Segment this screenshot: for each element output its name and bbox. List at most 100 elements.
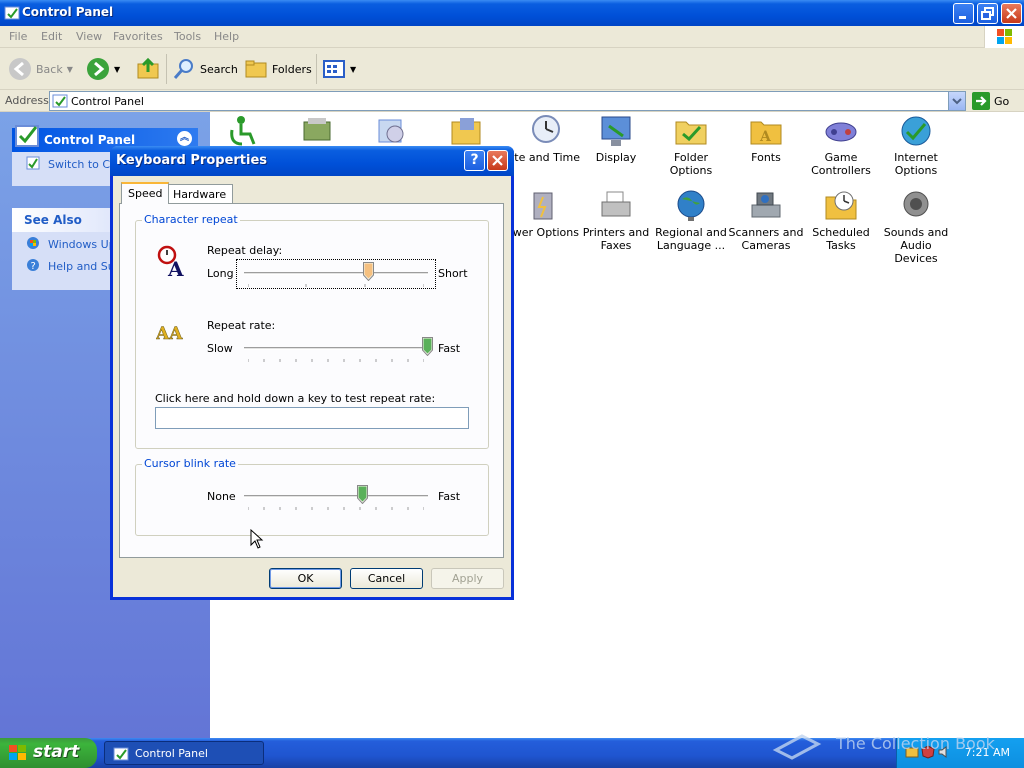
- taskbar-item-control-panel[interactable]: Control Panel: [104, 741, 264, 765]
- window-title: Control Panel: [22, 5, 114, 19]
- cp-item-scanners-cameras[interactable]: Scanners and Cameras: [728, 189, 804, 252]
- cp-item-scheduled-tasks[interactable]: Scheduled Tasks: [803, 189, 879, 252]
- cp-item-label: Printers and Faxes: [582, 226, 650, 252]
- menu-help[interactable]: Help: [214, 30, 239, 43]
- views-dropdown-icon[interactable]: ▼: [350, 65, 356, 74]
- restore-button[interactable]: [977, 3, 998, 24]
- accessibility-icon[interactable]: [224, 114, 258, 148]
- toolbar-separator: [166, 54, 167, 84]
- dialog-title: Keyboard Properties: [116, 153, 268, 168]
- scheduled-tasks-icon: [824, 189, 858, 223]
- menu-favorites[interactable]: Favorites: [113, 30, 163, 43]
- cp-item-folder-options[interactable]: Folder Options: [653, 114, 729, 177]
- start-button[interactable]: start: [0, 738, 97, 768]
- scanner-camera-icon: [749, 189, 783, 223]
- go-button[interactable]: Go: [972, 92, 1009, 110]
- forward-button[interactable]: ▼: [86, 54, 120, 84]
- back-label: Back: [36, 62, 63, 76]
- character-repeat-group: Character repeat A Repeat delay: Long Sh…: [135, 213, 489, 449]
- cursor-blink-none-label: None: [207, 490, 236, 503]
- cp-item-printers-faxes[interactable]: Printers and Faxes: [578, 189, 654, 252]
- cp-item-label: Internet Options: [894, 151, 938, 177]
- control-panel-icon: [113, 747, 129, 761]
- cp-item-fonts[interactable]: A Fonts: [728, 114, 804, 164]
- cp-item-regional-language[interactable]: Regional and Language ...: [653, 189, 729, 252]
- back-button[interactable]: Back ▼: [8, 54, 73, 84]
- watermark-text: The Collection Book: [836, 734, 995, 753]
- cp-item-display[interactable]: Display: [578, 114, 654, 164]
- folders-icon: [245, 60, 267, 78]
- repeat-rate-slider[interactable]: [422, 337, 433, 356]
- switch-view-icon: [26, 156, 40, 170]
- address-input[interactable]: Control Panel: [49, 91, 966, 111]
- cursor-blink-slider[interactable]: [357, 485, 369, 504]
- search-button[interactable]: Search: [172, 54, 238, 84]
- cursor-blink-fast-label: Fast: [438, 490, 461, 503]
- windows-logo: [984, 26, 1024, 48]
- back-dropdown-icon[interactable]: ▼: [67, 65, 73, 74]
- repeat-delay-short-label: Short: [438, 267, 468, 280]
- tab-speed[interactable]: Speed: [121, 182, 170, 204]
- cp-item-label: Folder Options: [669, 151, 713, 177]
- dialog-titlebar[interactable]: Keyboard Properties ?: [110, 146, 514, 176]
- views-button[interactable]: ▼: [322, 54, 356, 84]
- close-icon: [1006, 8, 1017, 19]
- collapse-icon[interactable]: ︽: [177, 131, 192, 146]
- cursor-blink-track: [244, 495, 428, 498]
- svg-text:A: A: [759, 129, 772, 145]
- gamepad-icon: [824, 114, 858, 148]
- cursor-blink-group: Cursor blink rate None Fast: [135, 457, 489, 549]
- add-hardware-icon[interactable]: [300, 114, 334, 148]
- cp-item-internet-options[interactable]: Internet Options: [878, 114, 954, 177]
- cancel-button[interactable]: Cancel: [350, 568, 423, 589]
- forward-dropdown-icon[interactable]: ▼: [114, 65, 120, 74]
- cursor-blink-ticks: [248, 507, 424, 510]
- repeat-rate-ticks: [248, 359, 424, 362]
- taskbar-item-label: Control Panel: [135, 747, 208, 760]
- administrative-tools-icon[interactable]: [450, 114, 484, 148]
- windows-update-icon: [27, 237, 39, 249]
- cp-item-power-options[interactable]: Power Options: [502, 189, 583, 239]
- windows-flag-icon: [9, 745, 26, 760]
- cp-item-date-time[interactable]: Date and Time: [502, 114, 583, 164]
- cp-item-sounds-audio[interactable]: Sounds and Audio Devices: [878, 189, 954, 265]
- tab-hardware-label: Hardware: [173, 188, 227, 201]
- fonts-folder-icon: A: [749, 114, 783, 148]
- svg-text:?: ?: [31, 261, 36, 272]
- test-repeat-input[interactable]: [155, 407, 469, 429]
- repeat-rate-slow-label: Slow: [207, 342, 233, 355]
- repeat-delay-long-label: Long: [207, 267, 234, 280]
- up-folder-button[interactable]: [136, 54, 160, 84]
- close-button[interactable]: [1001, 3, 1022, 24]
- dialog-close-button[interactable]: [487, 150, 508, 171]
- help-icon: ?: [27, 259, 39, 272]
- speaker-icon: [899, 189, 933, 223]
- control-panel-icon: [4, 6, 20, 20]
- help-button[interactable]: ?: [464, 150, 485, 171]
- menu-view[interactable]: View: [76, 30, 102, 43]
- menu-edit[interactable]: Edit: [41, 30, 62, 43]
- repeat-delay-track: [244, 272, 428, 275]
- folders-button[interactable]: Folders: [244, 54, 312, 84]
- add-remove-programs-icon[interactable]: [375, 114, 409, 148]
- address-dropdown-button[interactable]: [948, 92, 965, 110]
- menu-file[interactable]: File: [9, 30, 27, 43]
- ok-button[interactable]: OK: [269, 568, 342, 589]
- tab-hardware[interactable]: Hardware: [166, 184, 234, 204]
- test-repeat-label: Click here and hold down a key to test r…: [155, 392, 436, 405]
- chevron-down-icon: [952, 98, 962, 105]
- minimize-button[interactable]: [953, 3, 974, 24]
- cp-item-label: Regional and Language ...: [655, 226, 727, 252]
- cp-item-game-controllers[interactable]: Game Controllers: [803, 114, 879, 177]
- search-icon: [173, 59, 193, 79]
- forward-arrow-icon: [87, 58, 109, 80]
- apply-button[interactable]: Apply: [431, 568, 504, 589]
- control-panel-large-icon: [15, 125, 39, 147]
- repeat-delay-slider[interactable]: [362, 262, 374, 281]
- power-options-icon: [526, 189, 560, 223]
- tab-speed-label: Speed: [128, 187, 163, 200]
- cp-item-label: Sounds and Audio Devices: [883, 226, 949, 265]
- ok-label: OK: [297, 572, 314, 585]
- menu-tools[interactable]: Tools: [174, 30, 201, 43]
- window-titlebar[interactable]: Control Panel: [0, 0, 1024, 26]
